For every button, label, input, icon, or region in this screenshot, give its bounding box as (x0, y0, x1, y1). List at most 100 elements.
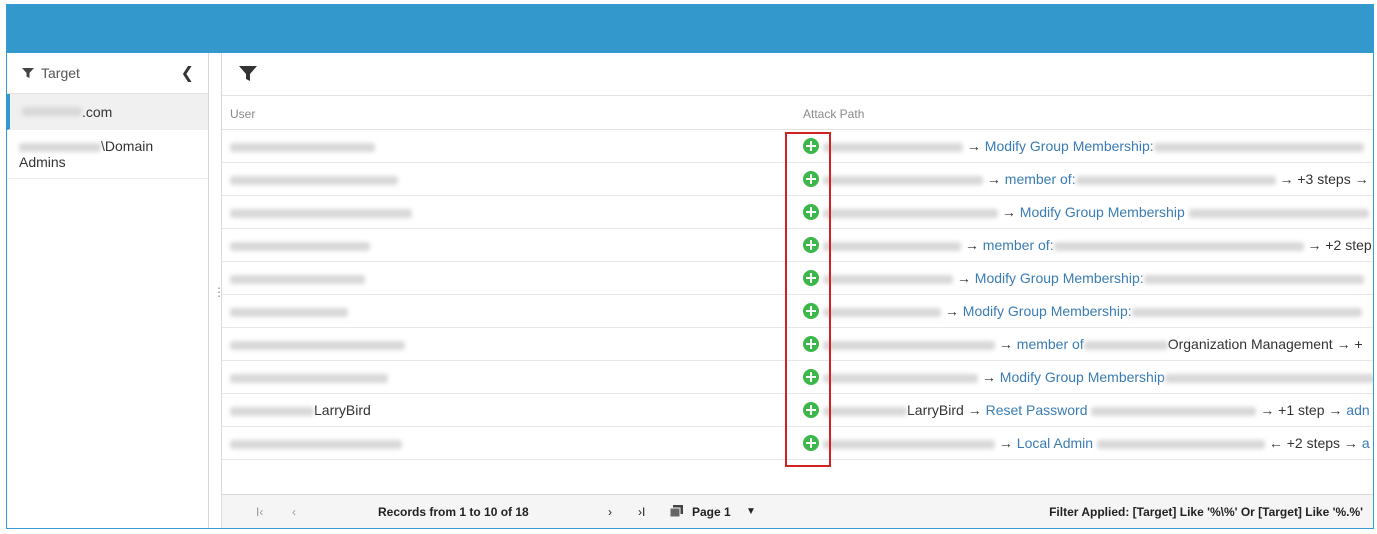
arrow: → (1001, 204, 1016, 220)
redacted-text (230, 241, 370, 251)
user-cell (230, 369, 388, 385)
user-cell (230, 237, 370, 253)
path-target-link[interactable]: a (1362, 435, 1370, 451)
column-header-user[interactable]: User (230, 107, 255, 121)
redacted-text (22, 107, 82, 116)
table-row[interactable]: → Modify Group Membership (222, 361, 1373, 394)
user-cell (230, 303, 348, 319)
path-steps: → +3 steps → (1279, 171, 1369, 187)
redacted-text (230, 307, 348, 317)
expand-path-icon[interactable] (803, 237, 819, 253)
page-selector[interactable]: Page 1 (692, 505, 731, 519)
attack-path-cell: → Modify Group Membership: (823, 270, 1364, 286)
target-sidebar: Target ❮ .com \Domain Admins (7, 53, 209, 528)
user-name: LarryBird (314, 402, 371, 418)
column-header-row: User Attack Path (222, 96, 1373, 130)
collapse-chevron-icon[interactable]: ❮ (181, 63, 194, 83)
redacted-text (823, 142, 963, 152)
user-cell (230, 171, 398, 187)
next-page-button[interactable]: › (608, 505, 612, 519)
path-step-link[interactable]: Modify Group Membership: (963, 303, 1132, 319)
redacted-text (823, 307, 941, 317)
path-step-link[interactable]: Modify Group Membership: (975, 270, 1144, 286)
sidebar-title: Target (41, 65, 80, 81)
expand-path-icon[interactable] (803, 204, 819, 220)
expand-path-icon[interactable] (803, 303, 819, 319)
redacted-text (1091, 406, 1257, 416)
prev-page-button[interactable]: ‹ (292, 505, 296, 519)
path-step-link[interactable]: Modify Group Membership (1000, 369, 1165, 385)
table-row[interactable]: → Modify Group Membership: (222, 130, 1373, 163)
sidebar-header: Target ❮ (7, 53, 208, 94)
redacted-text (1153, 142, 1364, 152)
table-row[interactable]: → member of: → +2 step (222, 229, 1373, 262)
expand-path-icon[interactable] (803, 369, 819, 385)
path-step-link[interactable]: Modify Group Membership: (985, 138, 1154, 154)
table-row[interactable]: → member of: → +3 steps → (222, 163, 1373, 196)
page-dropdown-icon[interactable]: ▼ (746, 506, 756, 517)
filter-icon[interactable] (238, 65, 258, 83)
expand-path-icon[interactable] (803, 402, 819, 418)
user-cell (230, 204, 412, 220)
table-row[interactable]: → Modify Group Membership: (222, 295, 1373, 328)
redacted-text (823, 406, 907, 416)
sidebar-item-domain-admins[interactable]: \Domain Admins (7, 130, 208, 179)
last-page-button[interactable]: ›I (638, 505, 645, 519)
pager-bar: I‹ ‹ Records from 1 to 10 of 18 › ›I Pag… (222, 494, 1373, 528)
records-summary: Records from 1 to 10 of 18 (378, 505, 529, 519)
table-row[interactable]: → Local Admin ← +2 steps → a (222, 427, 1373, 460)
redacted-text (1164, 373, 1373, 383)
results-table: → Modify Group Membership: → member of: … (222, 130, 1373, 460)
expand-path-icon[interactable] (803, 336, 819, 352)
table-row[interactable]: → member of Organization Management → + (222, 328, 1373, 361)
attack-path-cell: → Modify Group Membership: (823, 138, 1364, 154)
attack-path-cell: → member of Organization Management → + (823, 336, 1363, 352)
expand-path-icon[interactable] (803, 171, 819, 187)
redacted-text (823, 340, 995, 350)
redacted-text (230, 340, 405, 350)
attack-path-cell: → Local Admin ← +2 steps → a (823, 435, 1370, 451)
path-step-link[interactable]: member of (1017, 336, 1084, 352)
path-step-link[interactable]: member of: (983, 237, 1054, 253)
first-page-button[interactable]: I‹ (256, 505, 263, 519)
attack-path-cell: → member of: → +3 steps → (823, 171, 1369, 187)
user-cell (230, 270, 365, 286)
app-frame: Target ❮ .com \Domain Admins ⋮ User Atta… (6, 4, 1374, 529)
redacted-text (1143, 274, 1364, 284)
path-step-link[interactable]: Modify Group Membership (1020, 204, 1185, 220)
path-target-link[interactable]: adn (1346, 402, 1369, 418)
redacted-text (230, 373, 388, 383)
expand-path-icon[interactable] (803, 435, 819, 451)
grid-toolbar (222, 53, 1373, 96)
expand-path-icon[interactable] (803, 138, 819, 154)
path-step-link[interactable]: member of: (1005, 171, 1076, 187)
redacted-text (230, 142, 375, 152)
redacted-text (1096, 439, 1265, 449)
redacted-text (823, 439, 995, 449)
redacted-text (230, 175, 398, 185)
table-row[interactable]: → Modify Group Membership: (222, 262, 1373, 295)
results-panel: User Attack Path → Modify Group Membersh… (221, 53, 1373, 528)
redacted-text (1075, 175, 1276, 185)
attack-path-cell: → member of: → +2 step (823, 237, 1372, 253)
path-step-link[interactable]: Reset Password (986, 402, 1088, 418)
attack-path-cell: → Modify Group Membership (823, 369, 1373, 385)
path-step-link[interactable]: Local Admin (1017, 435, 1093, 451)
redacted-text (230, 274, 365, 284)
redacted-text (1083, 340, 1168, 350)
arrow: → (966, 138, 981, 154)
redacted-text (230, 439, 402, 449)
redacted-text (19, 142, 101, 152)
arrow: → (956, 270, 971, 286)
user-cell (230, 336, 405, 352)
sidebar-item-domain[interactable]: .com (7, 94, 208, 130)
arrow: → (998, 435, 1013, 451)
column-header-attack-path[interactable]: Attack Path (803, 107, 864, 121)
redacted-text (823, 208, 998, 218)
expand-path-icon[interactable] (803, 270, 819, 286)
table-row[interactable]: LarryBird LarryBird → Reset Password → +… (222, 394, 1373, 427)
redacted-text (230, 406, 314, 416)
attack-path-cell: → Modify Group Membership: (823, 303, 1362, 319)
arrow: → (964, 237, 979, 253)
table-row[interactable]: → Modify Group Membership (222, 196, 1373, 229)
